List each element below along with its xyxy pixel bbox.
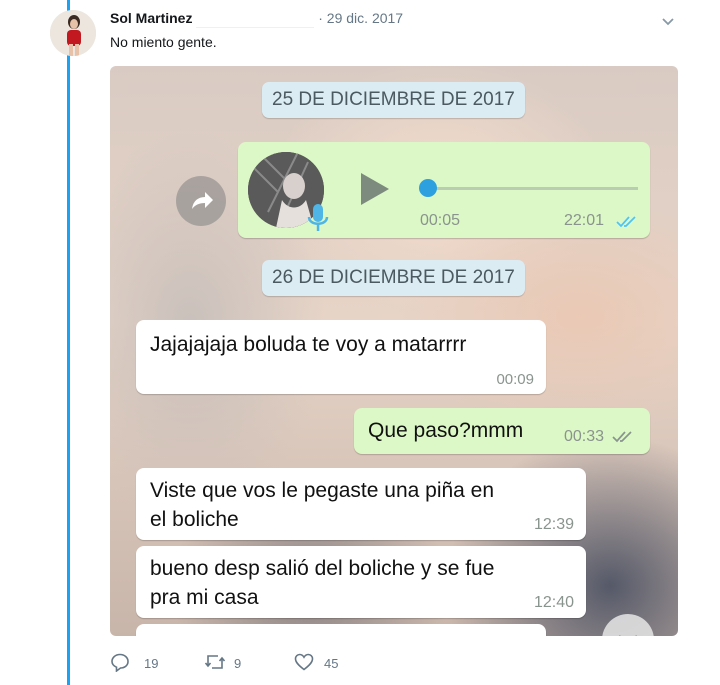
message-out-1: Que paso?mmm 00:33: [354, 408, 650, 454]
double-check-icon: [616, 216, 636, 228]
tweet-date[interactable]: · 29 dic. 2017: [318, 10, 403, 26]
message-in-partial: [136, 624, 546, 636]
reply-count: 19: [144, 656, 159, 671]
message-in-1: Jajajajaja boluda te voy a matarrrr 00:0…: [136, 320, 546, 394]
forward-icon: [176, 176, 226, 226]
avatar[interactable]: [50, 10, 96, 56]
like-icon: [294, 653, 314, 671]
chevron-down-icon: [619, 635, 637, 636]
message-time: 00:09: [496, 371, 534, 388]
thread-line: [67, 0, 70, 685]
message-line: bueno desp salió del boliche y se fue: [150, 557, 495, 580]
reply-icon: [111, 653, 129, 672]
message-in-2: Viste que vos le pegaste una piña en el …: [136, 468, 586, 540]
chevron-down-icon[interactable]: [660, 14, 676, 30]
tweet-media-image[interactable]: 25 DE DICIEMBRE DE 2017 00:05 22:01 26 D…: [110, 66, 678, 636]
message-line: pra mi casa: [150, 586, 259, 609]
double-check-icon: [612, 431, 632, 443]
voice-progress-track[interactable]: [428, 187, 638, 190]
message-text: Que paso?mmm: [368, 419, 524, 442]
message-text: Jajajajaja boluda te voy a matarrrr: [150, 333, 467, 356]
like-count: 45: [324, 656, 339, 671]
message-in-3: bueno desp salió del boliche y se fue pr…: [136, 546, 586, 618]
tweet-text: No miento gente.: [110, 34, 217, 50]
message-time: 00:33: [564, 428, 605, 445]
date-chip-2: 26 DE DICIEMBRE DE 2017: [262, 260, 525, 296]
retweet-count: 9: [234, 656, 242, 671]
voice-progress-knob[interactable]: [419, 179, 437, 197]
message-time: 12:39: [533, 516, 574, 533]
voice-note-bubble: 00:05 22:01: [238, 142, 650, 238]
message-text: Viste que vos le pegaste una piña en el …: [150, 476, 494, 534]
message-line: Viste que vos le pegaste una piña en: [150, 479, 495, 502]
author-name[interactable]: Sol Martinez: [110, 10, 192, 26]
scroll-down-button: [602, 614, 654, 636]
tweet-header: Sol Martinez · 29 dic. 2017: [110, 10, 403, 29]
message-time: 12:40: [533, 594, 574, 611]
message-text: bueno desp salió del boliche y se fue pr…: [150, 554, 494, 612]
date-chip-1: 25 DE DICIEMBRE DE 2017: [262, 82, 525, 118]
voice-duration: 00:05: [420, 212, 461, 229]
retweet-icon: [204, 655, 226, 669]
redacted-handle: [196, 10, 315, 29]
mic-icon: [307, 204, 329, 231]
message-line: el boliche: [150, 508, 239, 531]
play-icon[interactable]: [358, 170, 392, 208]
voice-time: 22:01: [564, 212, 605, 229]
